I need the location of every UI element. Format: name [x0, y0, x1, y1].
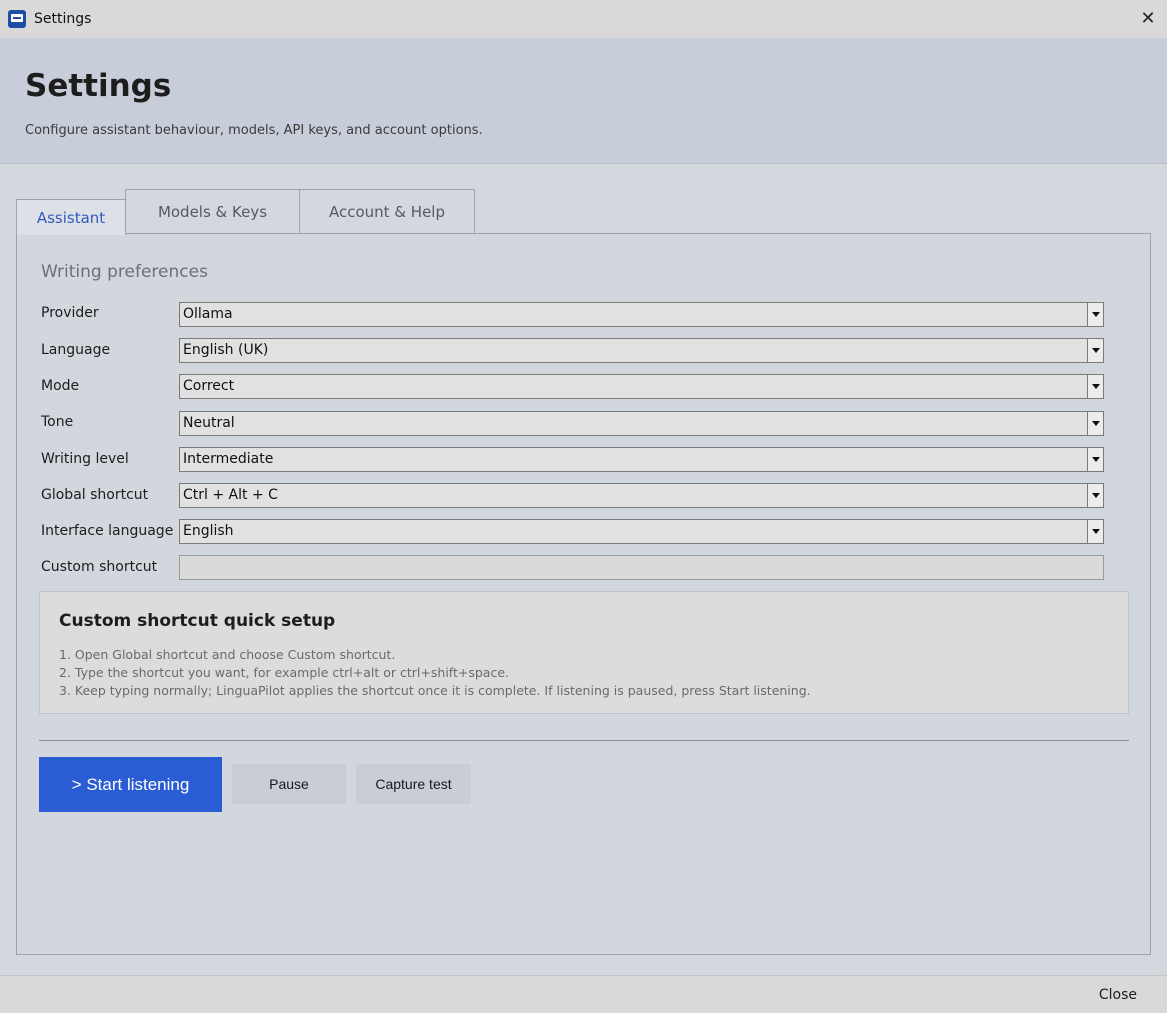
quick-setup-title: Custom shortcut quick setup [59, 611, 336, 631]
page-subtitle: Configure assistant behaviour, models, A… [25, 123, 483, 138]
chevron-down-icon[interactable] [1087, 448, 1103, 471]
tone-label: Tone [41, 414, 74, 430]
provider-value: Ollama [183, 306, 233, 322]
quick-setup-box: Custom shortcut quick setup 1. Open Glob… [39, 591, 1129, 714]
title-bar: Settings ✕ [0, 0, 1167, 38]
start-listening-button[interactable]: > Start listening [39, 757, 222, 812]
custom-shortcut-label: Custom shortcut [41, 559, 158, 575]
page-title: Settings [25, 68, 172, 104]
writing-level-value: Intermediate [183, 451, 274, 467]
provider-select[interactable]: Ollama [179, 302, 1104, 327]
chevron-down-icon[interactable] [1087, 375, 1103, 398]
language-value: English (UK) [183, 342, 269, 358]
capture-test-button[interactable]: Capture test [356, 764, 471, 804]
chevron-down-icon[interactable] [1087, 412, 1103, 435]
section-title: Writing preferences [41, 262, 208, 282]
settings-header: Settings Configure assistant behaviour, … [0, 38, 1167, 164]
provider-label: Provider [41, 305, 99, 321]
chevron-down-icon[interactable] [1087, 339, 1103, 362]
quick-setup-step: 3. Keep typing normally; LinguaPilot app… [59, 683, 811, 698]
divider [39, 740, 1129, 741]
tone-value: Neutral [183, 415, 235, 431]
mode-label: Mode [41, 378, 80, 394]
chevron-down-icon[interactable] [1087, 520, 1103, 543]
custom-shortcut-input[interactable] [179, 555, 1104, 580]
window-close-icon[interactable]: ✕ [1137, 8, 1159, 30]
quick-setup-step: 1. Open Global shortcut and choose Custo… [59, 647, 396, 662]
app-icon [8, 10, 26, 28]
mode-select[interactable]: Correct [179, 374, 1104, 399]
global-shortcut-label: Global shortcut [41, 487, 149, 503]
quick-setup-steps: 1. Open Global shortcut and choose Custo… [59, 646, 811, 700]
mode-value: Correct [183, 378, 235, 394]
interface-language-select[interactable]: English [179, 519, 1104, 544]
writing-level-select[interactable]: Intermediate [179, 447, 1104, 472]
language-label: Language [41, 342, 111, 358]
pause-button[interactable]: Pause [232, 764, 346, 804]
interface-language-label: Interface language [41, 523, 174, 539]
assistant-panel: Writing preferences Provider Ollama Lang… [16, 233, 1151, 955]
global-shortcut-value: Ctrl + Alt + C [183, 487, 278, 503]
chevron-down-icon[interactable] [1087, 303, 1103, 326]
window-title: Settings [34, 11, 92, 27]
tab-assistant[interactable]: Assistant [16, 199, 126, 235]
chevron-down-icon[interactable] [1087, 484, 1103, 507]
tab-account-help[interactable]: Account & Help [299, 189, 475, 233]
global-shortcut-select[interactable]: Ctrl + Alt + C [179, 483, 1104, 508]
close-button[interactable]: Close [1099, 987, 1137, 1003]
tab-models-keys[interactable]: Models & Keys [125, 189, 300, 233]
footer-bar: Close [0, 975, 1167, 1013]
writing-level-label: Writing level [41, 451, 129, 467]
quick-setup-step: 2. Type the shortcut you want, for examp… [59, 665, 509, 680]
interface-language-value: English [183, 523, 234, 539]
language-select[interactable]: English (UK) [179, 338, 1104, 363]
tone-select[interactable]: Neutral [179, 411, 1104, 436]
